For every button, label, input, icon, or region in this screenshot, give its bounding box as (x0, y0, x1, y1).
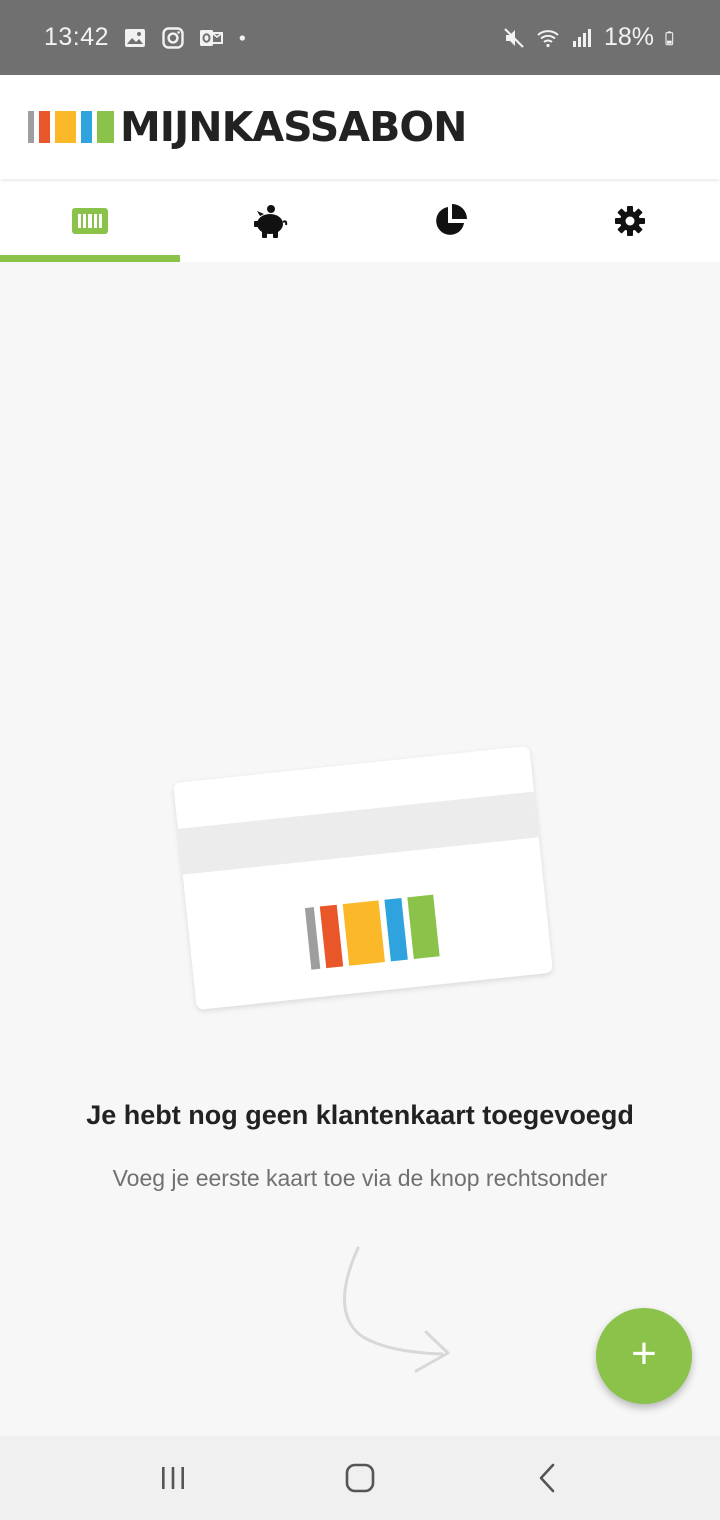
instagram-icon (162, 26, 184, 49)
logo-bar (81, 111, 92, 143)
card-logo-bar (319, 904, 344, 969)
barcode-card-icon (72, 207, 108, 234)
logo-bar (97, 111, 114, 143)
loyalty-card-illustration (173, 745, 553, 1010)
status-time: 13:42 (44, 23, 110, 51)
curved-arrow-icon (343, 1246, 450, 1373)
tab-bar (0, 179, 720, 262)
empty-state-subtitle: Voeg je eerste kaart toe via de knop rec… (112, 1165, 608, 1191)
wifi-icon (537, 29, 559, 47)
tab-savings[interactable] (180, 179, 360, 262)
plus-icon: + (631, 1329, 657, 1378)
signal-icon (572, 28, 591, 47)
home-button[interactable] (320, 1448, 400, 1508)
add-card-button[interactable]: + (596, 1308, 692, 1404)
card-logo-bar (304, 907, 321, 970)
app-logo-text: MIJNKASSABON (120, 103, 467, 151)
card-magnetic-stripe (177, 791, 539, 875)
app-header: MIJNKASSABON (0, 75, 720, 179)
recent-apps-icon (162, 1467, 185, 1489)
recent-apps-button[interactable] (133, 1448, 213, 1508)
status-bar: 13:42 18% (0, 0, 720, 75)
back-icon (539, 1463, 554, 1493)
gear-icon (615, 205, 645, 236)
battery-percentage: 18% (603, 23, 654, 51)
tab-stats[interactable] (360, 179, 540, 262)
tab-settings[interactable] (540, 179, 720, 262)
card-logo-bar (407, 894, 440, 959)
mute-icon (504, 27, 524, 48)
tab-cards[interactable] (0, 179, 180, 262)
empty-state-title: Je hebt nog geen klantenkaart toegevoegd (86, 1100, 634, 1130)
dot-icon (239, 34, 246, 41)
gallery-icon (125, 28, 146, 47)
battery-icon (665, 30, 674, 45)
outlook-icon (200, 29, 224, 46)
pie-chart-icon (436, 203, 467, 235)
logo-mark (28, 111, 114, 143)
system-nav-bar (0, 1436, 720, 1520)
back-button[interactable] (507, 1448, 587, 1508)
piggy-bank-icon (254, 204, 288, 238)
logo-bar (55, 111, 76, 143)
home-icon (345, 1463, 375, 1493)
card-logo-mark (304, 894, 440, 970)
logo-bar (28, 111, 34, 143)
card-logo-bar (342, 900, 385, 966)
card-logo-bar (384, 897, 408, 962)
logo-bar (39, 111, 50, 143)
